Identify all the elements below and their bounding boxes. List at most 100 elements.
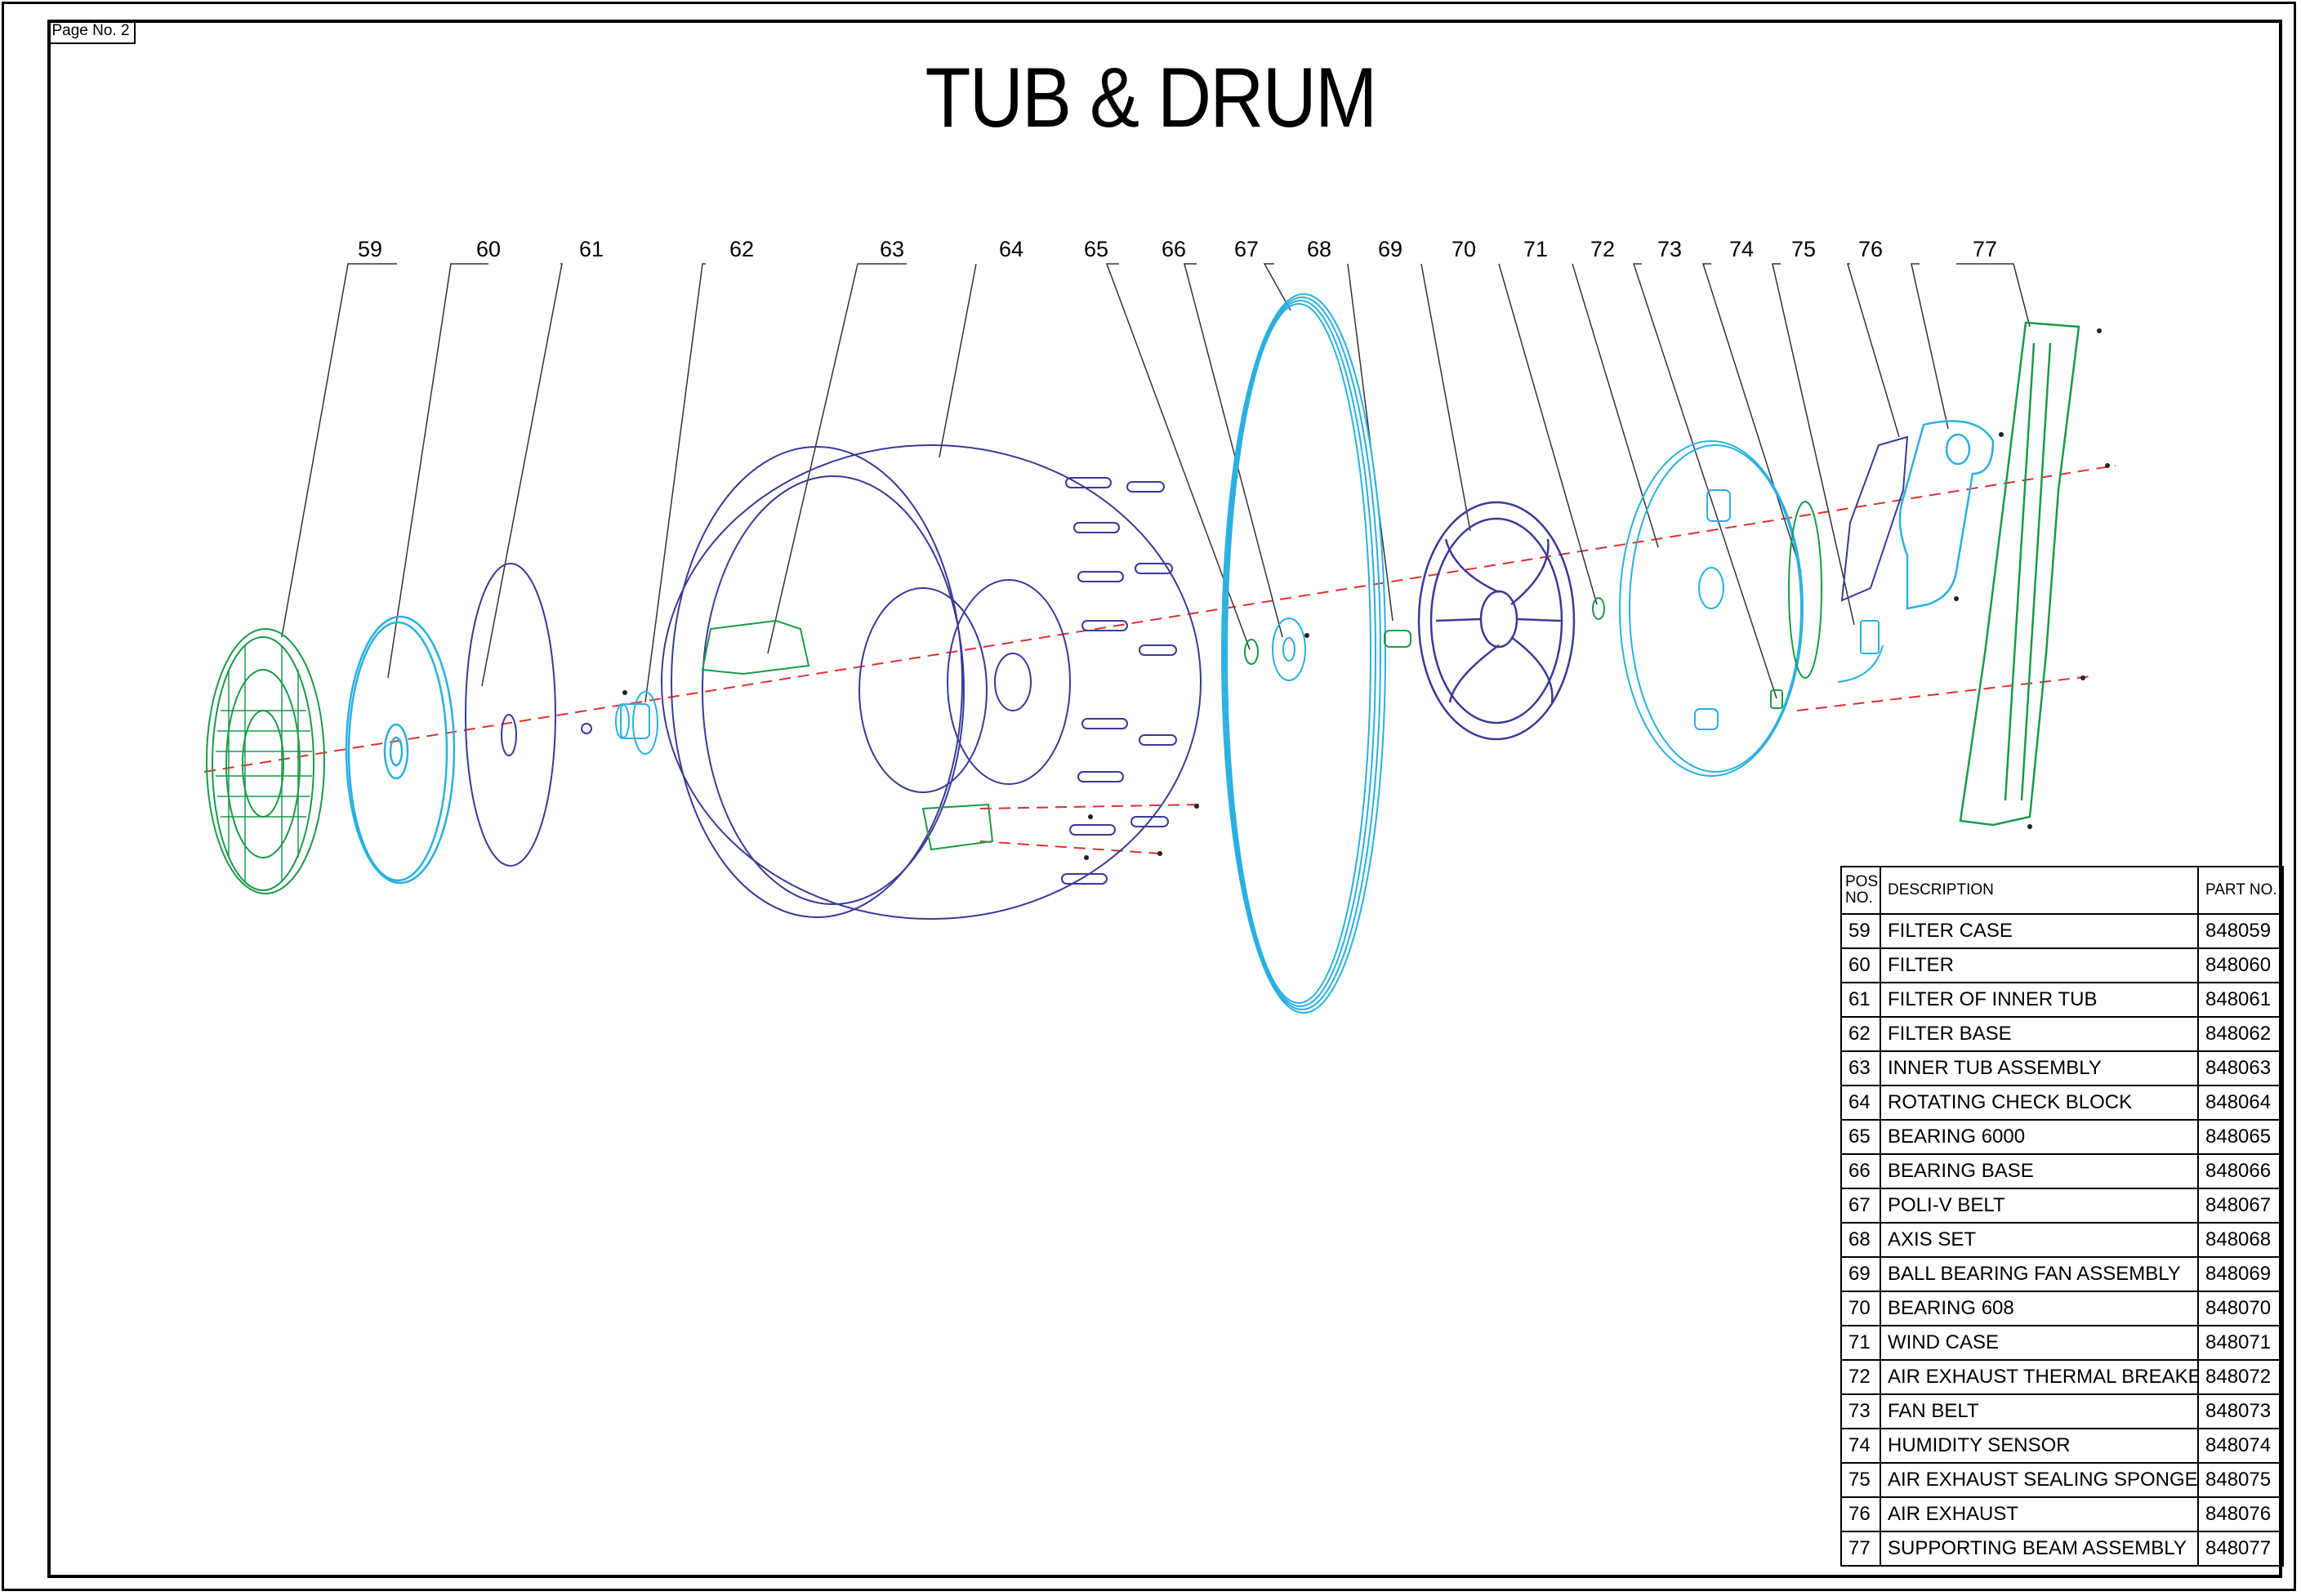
supporting-beam-part xyxy=(1959,321,2080,827)
cell-description: POLI-V BELT xyxy=(1880,1188,2199,1224)
table-row: 75 AIR EXHAUST SEALING SPONGE 848075 xyxy=(1840,1462,2284,1498)
cell-description: HUMIDITY SENSOR xyxy=(1880,1428,2199,1464)
cell-part-no: 848060 xyxy=(2197,947,2284,983)
table-row: 66 BEARING BASE 848066 xyxy=(1840,1153,2284,1189)
cell-description: BALL BEARING FAN ASSEMBLY xyxy=(1880,1256,2199,1292)
header-part-no: PART NO. xyxy=(2197,866,2284,915)
cell-description: BEARING 608 xyxy=(1880,1291,2199,1326)
callout-73: 73 xyxy=(1657,237,1683,261)
table-row: 61 FILTER OF INNER TUB 848061 xyxy=(1840,982,2284,1018)
cell-part-no: 848077 xyxy=(2197,1531,2284,1567)
callout-59: 59 xyxy=(357,237,383,261)
cell-part-no: 848065 xyxy=(2197,1119,2284,1155)
inner-tub-filter-part xyxy=(465,563,592,867)
cell-pos: 67 xyxy=(1840,1188,1881,1224)
cell-pos: 68 xyxy=(1840,1222,1881,1258)
cell-description: AIR EXHAUST THERMAL BREAKER xyxy=(1880,1359,2199,1395)
cell-description: ROTATING CHECK BLOCK xyxy=(1880,1085,2199,1121)
leader-lines xyxy=(281,263,2031,703)
callout-68: 68 xyxy=(1306,237,1332,261)
callout-60: 60 xyxy=(475,237,502,261)
cell-part-no: 848061 xyxy=(2197,982,2284,1018)
air-exhaust-part xyxy=(1898,420,1995,610)
table-row: 60 FILTER 848060 xyxy=(1840,947,2284,983)
callout-61: 61 xyxy=(578,237,604,261)
header-pos-no: POS. NO. xyxy=(1840,866,1881,915)
cell-pos: 74 xyxy=(1840,1428,1881,1464)
cell-part-no: 848072 xyxy=(2197,1359,2284,1395)
table-row: 76 AIR EXHAUST 848076 xyxy=(1840,1496,2284,1532)
cell-description: FILTER xyxy=(1880,947,2199,983)
cell-part-no: 848064 xyxy=(2197,1085,2284,1121)
wind-case-part xyxy=(1619,440,1804,777)
parts-table: POS. NO. DESCRIPTION PART NO. 59 FILTER C… xyxy=(1840,866,2284,1567)
cell-description: SUPPORTING BEAM ASSEMBLY xyxy=(1880,1531,2199,1567)
thermal-breaker-part xyxy=(1770,689,1783,709)
cell-part-no: 848071 xyxy=(2197,1325,2284,1361)
cell-pos: 66 xyxy=(1840,1153,1881,1189)
cell-description: AXIS SET xyxy=(1880,1222,2199,1258)
table-row: 69 BALL BEARING FAN ASSEMBLY 848069 xyxy=(1840,1256,2284,1292)
bearing-6000-part xyxy=(1244,639,1259,665)
cell-description: AIR EXHAUST SEALING SPONGE xyxy=(1880,1462,2199,1498)
cell-description: AIR EXHAUST xyxy=(1880,1496,2199,1532)
bearing-608-part xyxy=(1592,597,1605,620)
cell-pos: 71 xyxy=(1840,1325,1881,1361)
humidity-sensor-part xyxy=(1837,620,1884,683)
callout-65: 65 xyxy=(1083,237,1109,261)
sealing-sponge-part xyxy=(1840,435,1909,602)
fan-assembly-part xyxy=(1417,501,1576,741)
table-row: 62 FILTER BASE 848062 xyxy=(1840,1016,2284,1052)
cell-description: BEARING BASE xyxy=(1880,1153,2199,1189)
cell-pos: 77 xyxy=(1840,1531,1881,1567)
cell-pos: 59 xyxy=(1840,913,1881,949)
table-row: 74 HUMIDITY SENSOR 848074 xyxy=(1840,1428,2284,1464)
table-row: 71 WIND CASE 848071 xyxy=(1840,1325,2284,1361)
callout-72: 72 xyxy=(1590,237,1616,261)
cell-part-no: 848063 xyxy=(2197,1050,2284,1086)
cell-description: BEARING 6000 xyxy=(1880,1119,2199,1155)
callout-70: 70 xyxy=(1451,237,1477,261)
poli-v-belt-part xyxy=(1221,293,1386,1014)
callout-62: 62 xyxy=(729,237,755,261)
cell-description: FAN BELT xyxy=(1880,1393,2199,1429)
cell-part-no: 848075 xyxy=(2197,1462,2284,1498)
table-row: 67 POLI-V BELT 848067 xyxy=(1840,1188,2284,1224)
cell-pos: 73 xyxy=(1840,1393,1881,1429)
callout-76: 76 xyxy=(1857,237,1884,261)
cell-description: FILTER CASE xyxy=(1880,913,2199,949)
cell-pos: 76 xyxy=(1840,1496,1881,1532)
cell-part-no: 848068 xyxy=(2197,1222,2284,1258)
callout-64: 64 xyxy=(998,237,1024,261)
table-row: 65 BEARING 6000 848065 xyxy=(1840,1119,2284,1155)
cell-description: FILTER BASE xyxy=(1880,1016,2199,1052)
table-row: 72 AIR EXHAUST THERMAL BREAKER 848072 xyxy=(1840,1359,2284,1395)
cell-part-no: 848076 xyxy=(2197,1496,2284,1532)
callout-69: 69 xyxy=(1377,237,1403,261)
callout-77: 77 xyxy=(1972,237,1998,261)
axis-set-part xyxy=(1384,630,1411,648)
center-axis-lines xyxy=(203,465,2116,854)
cell-description: FILTER OF INNER TUB xyxy=(1880,982,2199,1018)
cell-part-no: 848066 xyxy=(2197,1153,2284,1189)
cell-pos: 62 xyxy=(1840,1016,1881,1052)
cell-pos: 70 xyxy=(1840,1291,1881,1326)
table-row: 59 FILTER CASE 848059 xyxy=(1840,913,2284,949)
cell-part-no: 848074 xyxy=(2197,1428,2284,1464)
filter-base-part xyxy=(615,691,658,755)
cell-description: INNER TUB ASSEMBLY xyxy=(1880,1050,2199,1086)
cell-pos: 63 xyxy=(1840,1050,1881,1086)
table-row: 70 BEARING 608 848070 xyxy=(1840,1291,2284,1326)
table-row: 63 INNER TUB ASSEMBLY 848063 xyxy=(1840,1050,2284,1086)
cell-pos: 65 xyxy=(1840,1119,1881,1155)
table-header-row: POS. NO. DESCRIPTION PART NO. xyxy=(1840,866,2284,915)
header-description: DESCRIPTION xyxy=(1880,866,2199,915)
callout-66: 66 xyxy=(1161,237,1187,261)
cell-description: WIND CASE xyxy=(1880,1325,2199,1361)
table-row: 68 AXIS SET 848068 xyxy=(1840,1222,2284,1258)
fan-belt-part xyxy=(1788,501,1822,679)
cell-part-no: 848062 xyxy=(2197,1016,2284,1052)
cell-part-no: 848059 xyxy=(2197,913,2284,949)
cell-pos: 69 xyxy=(1840,1256,1881,1292)
callout-74: 74 xyxy=(1728,237,1755,261)
